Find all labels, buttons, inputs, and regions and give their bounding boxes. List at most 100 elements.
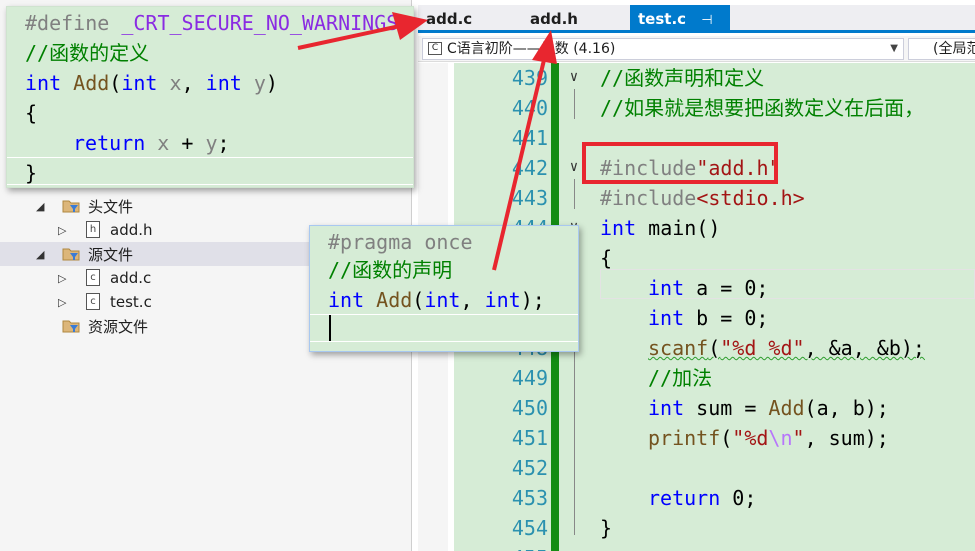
code-line: int main() bbox=[600, 213, 720, 243]
code-token: int bbox=[121, 71, 158, 95]
add-c-code-popup: #define _CRT_SECURE_NO_WARNINGS //函数的定义 … bbox=[6, 6, 414, 188]
code-line: scanf("%d %d", &a, &b); bbox=[648, 333, 925, 363]
code-token: return bbox=[73, 131, 146, 155]
code-line: int b = 0; bbox=[648, 303, 768, 333]
code-token: 0; bbox=[720, 486, 757, 510]
code-token: ( bbox=[720, 426, 733, 450]
c-file-icon: c bbox=[86, 293, 100, 310]
code-token: scanf bbox=[648, 336, 709, 360]
code-token: , bbox=[460, 288, 485, 312]
pin-icon[interactable]: ⊣ bbox=[701, 13, 712, 28]
code-token: int bbox=[484, 288, 521, 312]
code-token: ( bbox=[412, 288, 425, 312]
code-line: { bbox=[25, 101, 38, 125]
code-token: " bbox=[792, 426, 805, 450]
code-token: sum = bbox=[684, 396, 769, 420]
tab-add-c[interactable]: add.c bbox=[418, 5, 480, 33]
fold-guide bbox=[574, 89, 575, 119]
collapse-icon[interactable]: ∨ bbox=[566, 70, 582, 86]
scope-dropdown[interactable]: (全局范 bbox=[908, 38, 975, 60]
tree-label: 资源文件 bbox=[88, 317, 149, 336]
line-number: 439 bbox=[511, 66, 548, 90]
document-tab-bar: add.c add.h test.c ⊣ ✕ bbox=[418, 5, 975, 58]
chevron-down-icon: ▼ bbox=[890, 43, 898, 54]
code-token: b = 0; bbox=[684, 306, 769, 330]
line-number: 442 bbox=[511, 156, 548, 180]
collapsed-arrow-icon[interactable]: ▷ bbox=[58, 296, 66, 309]
code-token: <stdio.h> bbox=[696, 186, 805, 210]
expanded-arrow-icon[interactable]: ◢ bbox=[36, 248, 44, 261]
filter-folder-icon bbox=[62, 248, 80, 261]
code-token: Add bbox=[364, 288, 413, 312]
line-number: 451 bbox=[511, 426, 548, 450]
expanded-arrow-icon[interactable]: ◢ bbox=[36, 200, 44, 213]
filter-folder-icon bbox=[62, 200, 80, 213]
code-token: , &a, &b); bbox=[804, 336, 925, 360]
add-h-code-popup: #pragma once //函数的声明 int Add(int, int); bbox=[309, 225, 579, 352]
code-token: + bbox=[169, 131, 206, 155]
code-line: #include<stdio.h> bbox=[600, 183, 805, 213]
tab-test-c[interactable]: test.c ⊣ ✕ bbox=[630, 5, 730, 58]
project-dropdown-value: C语言初阶——函数 (4.16) bbox=[447, 41, 616, 57]
code-line: } bbox=[600, 516, 613, 540]
code-line: //函数声明和定义 bbox=[600, 66, 765, 90]
line-number: 453 bbox=[511, 486, 548, 510]
tab-add-h[interactable]: add.h bbox=[522, 5, 586, 33]
tree-label: 源文件 bbox=[88, 245, 134, 264]
code-line: #define _CRT_SECURE_NO_WARNINGS bbox=[25, 8, 398, 38]
tree-label: 头文件 bbox=[88, 197, 134, 216]
code-token: _CRT_SECURE_NO_WARNINGS bbox=[109, 11, 399, 35]
line-number: 454 bbox=[511, 516, 548, 540]
code-line: int sum = Add(a, b); bbox=[648, 393, 889, 423]
code-line: int Add(int, int); bbox=[328, 285, 545, 315]
project-dropdown[interactable]: C C语言初阶——函数 (4.16) ▼ bbox=[422, 38, 904, 60]
code-token: #define bbox=[25, 11, 110, 35]
line-number: 443 bbox=[511, 186, 548, 210]
code-line: int a = 0; bbox=[648, 273, 768, 303]
code-token: ( bbox=[708, 336, 721, 360]
code-token: ; bbox=[217, 131, 230, 155]
navigation-bar: C C语言初阶——函数 (4.16) ▼ (全局范 bbox=[418, 36, 975, 62]
code-token: "%d %d" bbox=[720, 336, 805, 360]
code-token: int bbox=[648, 276, 685, 300]
code-line: int Add(int x, int y) bbox=[25, 68, 278, 98]
code-token: Add bbox=[768, 396, 805, 420]
line-number: 441 bbox=[511, 126, 548, 150]
filter-folder-icon bbox=[62, 320, 80, 333]
code-token: ) bbox=[265, 71, 278, 95]
collapse-icon[interactable]: ∨ bbox=[566, 160, 582, 176]
scope-dropdown-value: (全局范 bbox=[933, 41, 975, 57]
code-line: return 0; bbox=[648, 483, 756, 513]
code-token: #include bbox=[600, 186, 697, 210]
code-token: int bbox=[205, 71, 242, 95]
code-token: ); bbox=[520, 288, 545, 312]
collapsed-arrow-icon[interactable]: ▷ bbox=[58, 272, 66, 285]
code-token: main() bbox=[636, 216, 721, 240]
code-token: x bbox=[157, 71, 182, 95]
line-number: 455 bbox=[454, 543, 548, 551]
code-token: printf bbox=[648, 426, 721, 450]
code-token: ( bbox=[109, 71, 122, 95]
tab-label: add.h bbox=[530, 10, 578, 28]
code-token: int bbox=[424, 288, 461, 312]
tree-item-header-files[interactable]: ◢ 头文件 bbox=[0, 194, 412, 218]
code-token: int bbox=[328, 288, 365, 312]
code-token: Add bbox=[61, 71, 110, 95]
current-line-highlight bbox=[7, 157, 413, 185]
tab-label: test.c bbox=[638, 10, 687, 28]
c-file-icon: c bbox=[86, 269, 100, 286]
code-line: //加法 bbox=[648, 366, 713, 390]
code-token: a = 0; bbox=[684, 276, 769, 300]
code-token: , sum); bbox=[804, 426, 889, 450]
current-line-highlight bbox=[310, 314, 578, 342]
collapsed-arrow-icon[interactable]: ▷ bbox=[58, 224, 66, 237]
code-token: int bbox=[25, 71, 62, 95]
line-number: 452 bbox=[511, 456, 548, 480]
code-token: \n bbox=[768, 426, 793, 450]
code-token: y bbox=[241, 71, 266, 95]
line-number: 449 bbox=[511, 366, 548, 390]
code-line: printf("%d\n", sum); bbox=[648, 423, 889, 453]
code-line: #pragma once bbox=[328, 230, 473, 254]
code-token: (a, b); bbox=[804, 396, 889, 420]
tree-label: test.c bbox=[110, 293, 152, 311]
